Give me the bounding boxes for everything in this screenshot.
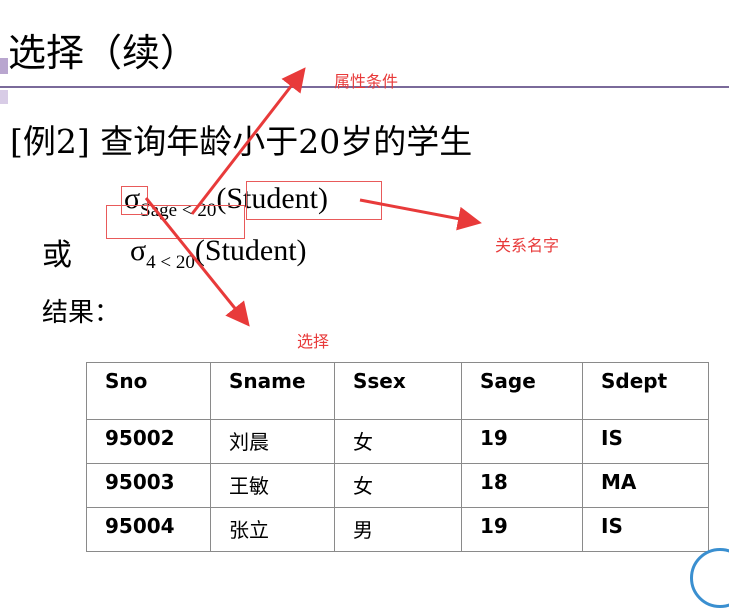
column-header-sdept: Sdept [582,362,709,420]
cell-sdept: IS [582,419,709,464]
cell-ssex: 女 [334,419,462,464]
arrow-to-attr-condition [190,67,306,215]
cell-sage: 19 [461,419,583,464]
cell-sname: 张立 [210,507,335,552]
table-row: 95002 刘晨 女 19 IS [86,419,709,464]
cell-sdept: MA [582,463,709,508]
column-header-sage: Sage [461,362,583,420]
column-header-sname: Sname [210,362,335,420]
cell-sno: 95003 [86,463,211,508]
cell-sdept: IS [582,507,709,552]
cell-sname: 王敏 [210,463,335,508]
cell-sno: 95002 [86,419,211,464]
cell-sage: 18 [461,463,583,508]
table-row: 95004 张立 男 19 IS [86,507,709,552]
column-header-sno: Sno [86,362,211,420]
cell-sno: 95004 [86,507,211,552]
table-header-row: Sno Sname Ssex Sage Sdept [86,362,709,420]
column-header-ssex: Ssex [334,362,462,420]
cell-sname: 刘晨 [210,419,335,464]
table-row: 95003 王敏 女 18 MA [86,463,709,508]
cell-ssex: 女 [334,463,462,508]
arrow-to-selection [144,197,250,327]
cell-sage: 19 [461,507,583,552]
arrow-to-relation-name [359,198,482,231]
cell-ssex: 男 [334,507,462,552]
result-table: Sno Sname Ssex Sage Sdept 95002 刘晨 女 19 … [86,362,709,552]
